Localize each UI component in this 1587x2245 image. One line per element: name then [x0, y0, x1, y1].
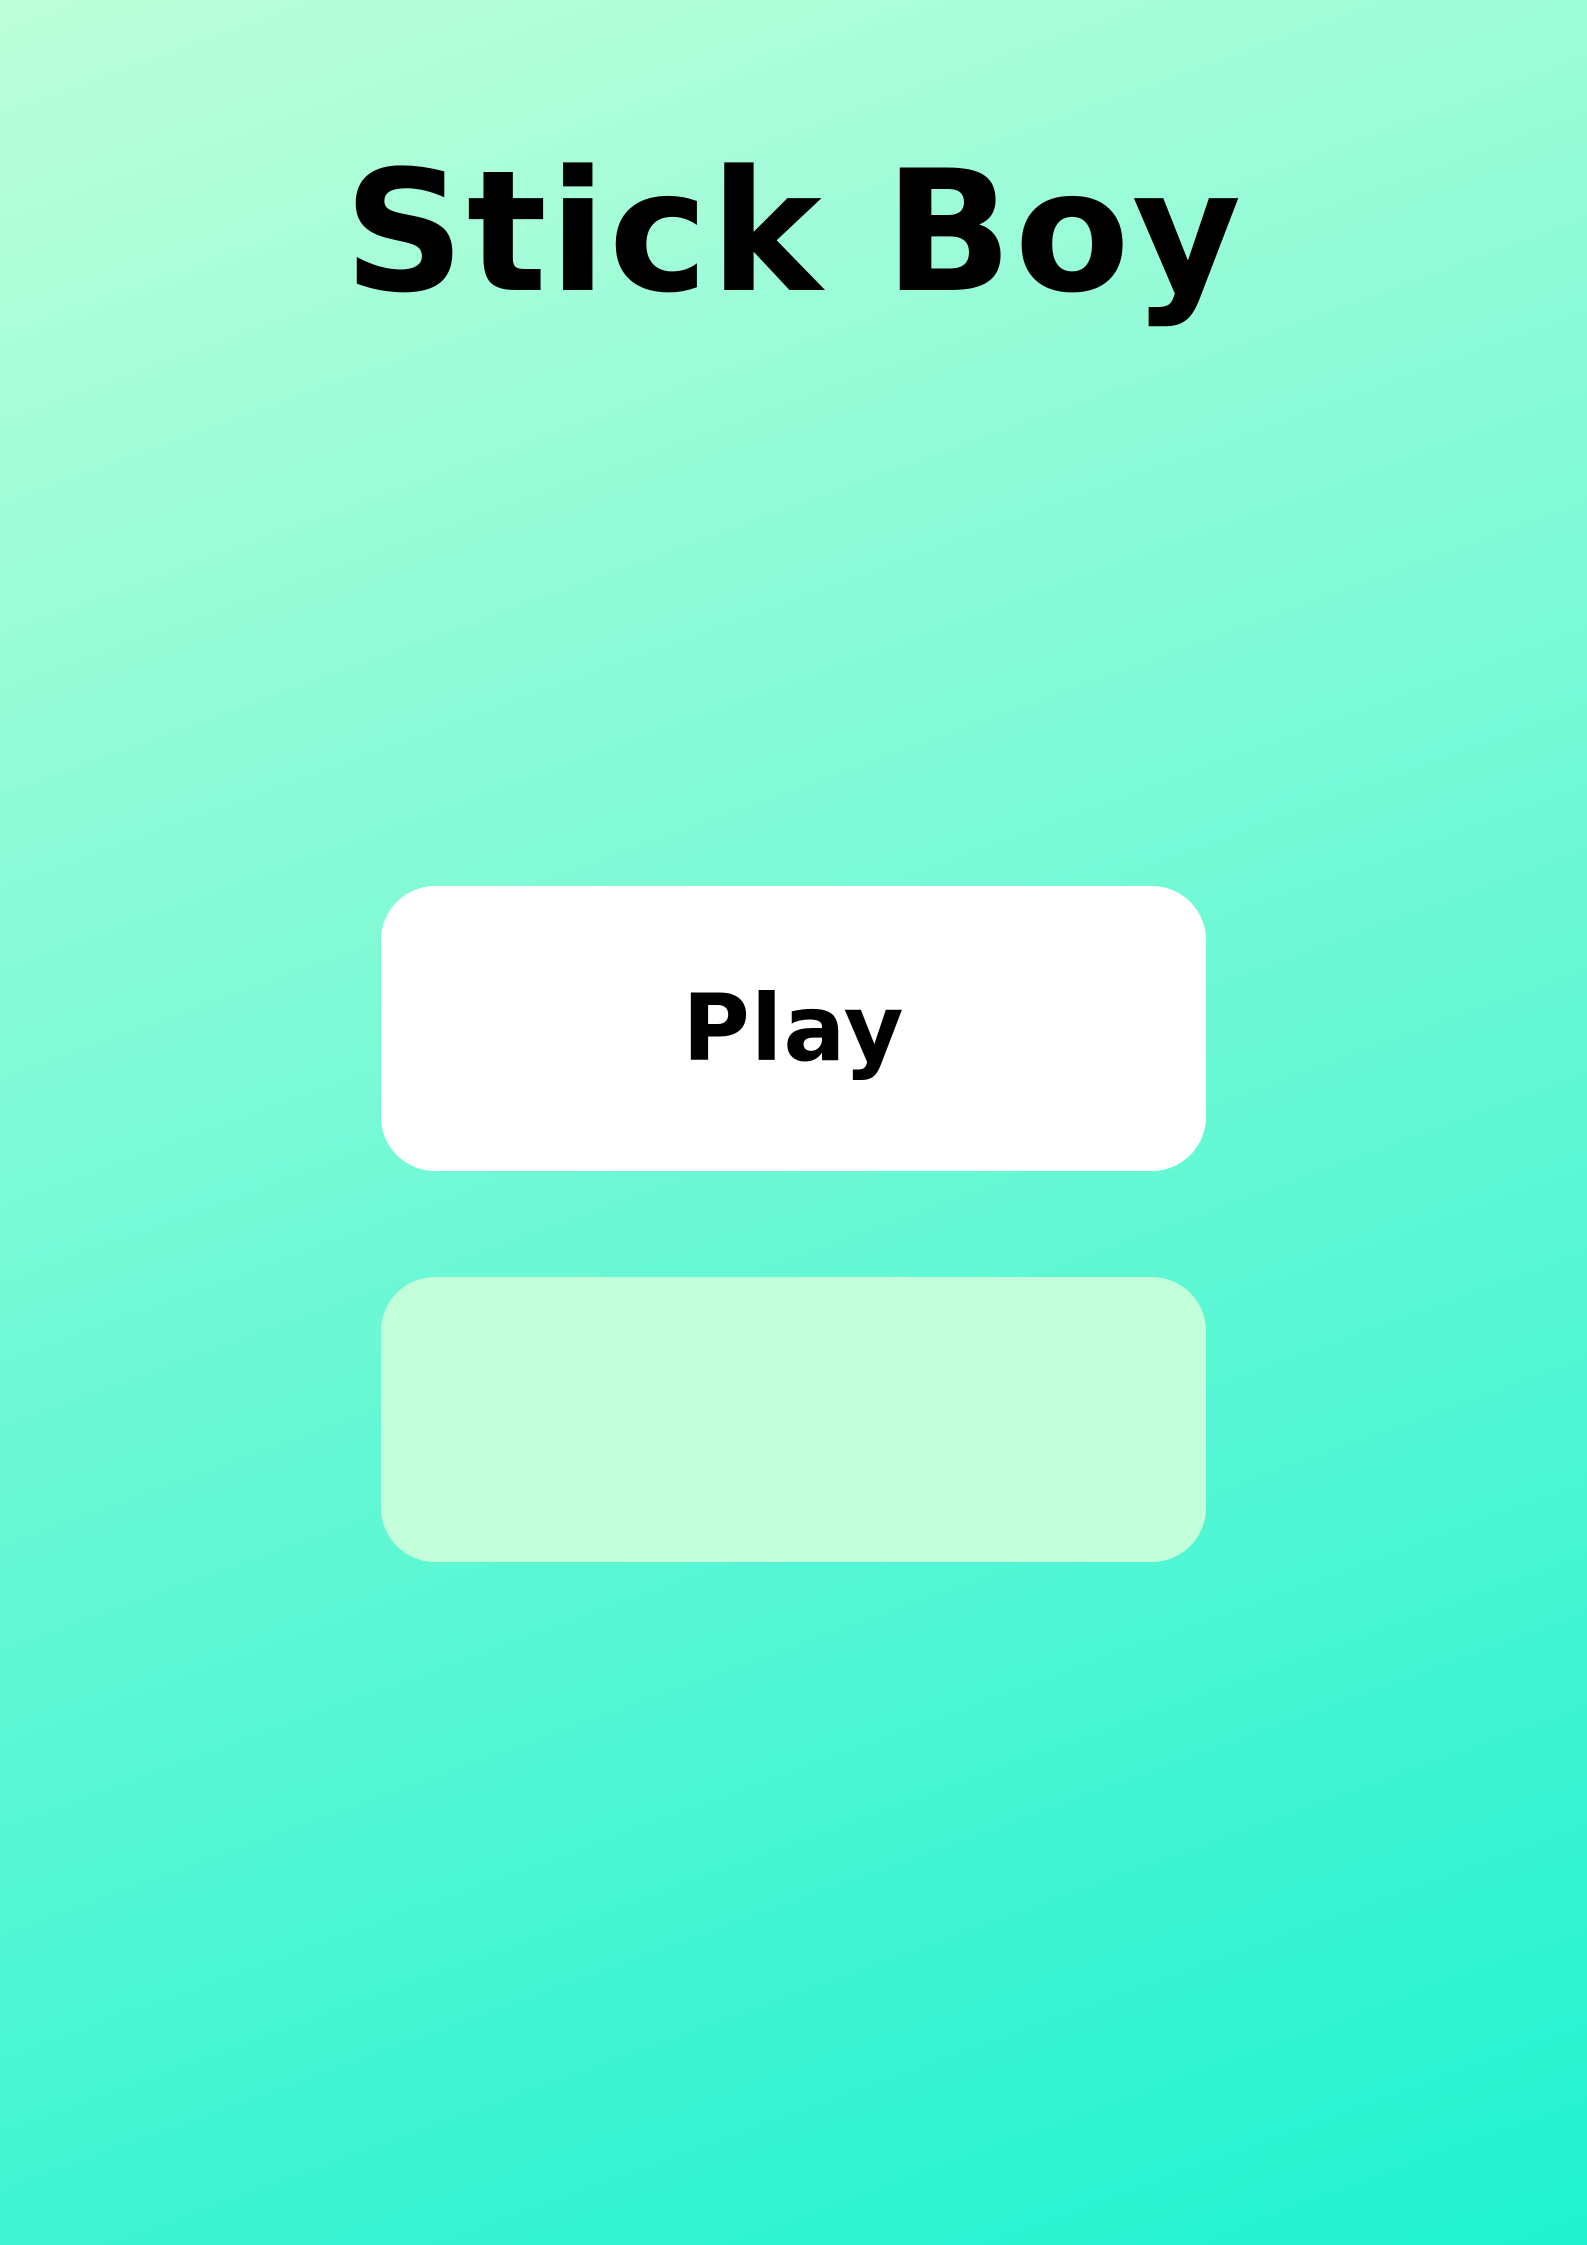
- main-menu-screen: Stick Boy Play: [0, 0, 1587, 2245]
- play-button[interactable]: Play: [381, 886, 1206, 1171]
- play-button-label: Play: [682, 974, 905, 1082]
- secondary-menu-button[interactable]: [381, 1277, 1206, 1562]
- game-title: Stick Boy: [343, 134, 1244, 330]
